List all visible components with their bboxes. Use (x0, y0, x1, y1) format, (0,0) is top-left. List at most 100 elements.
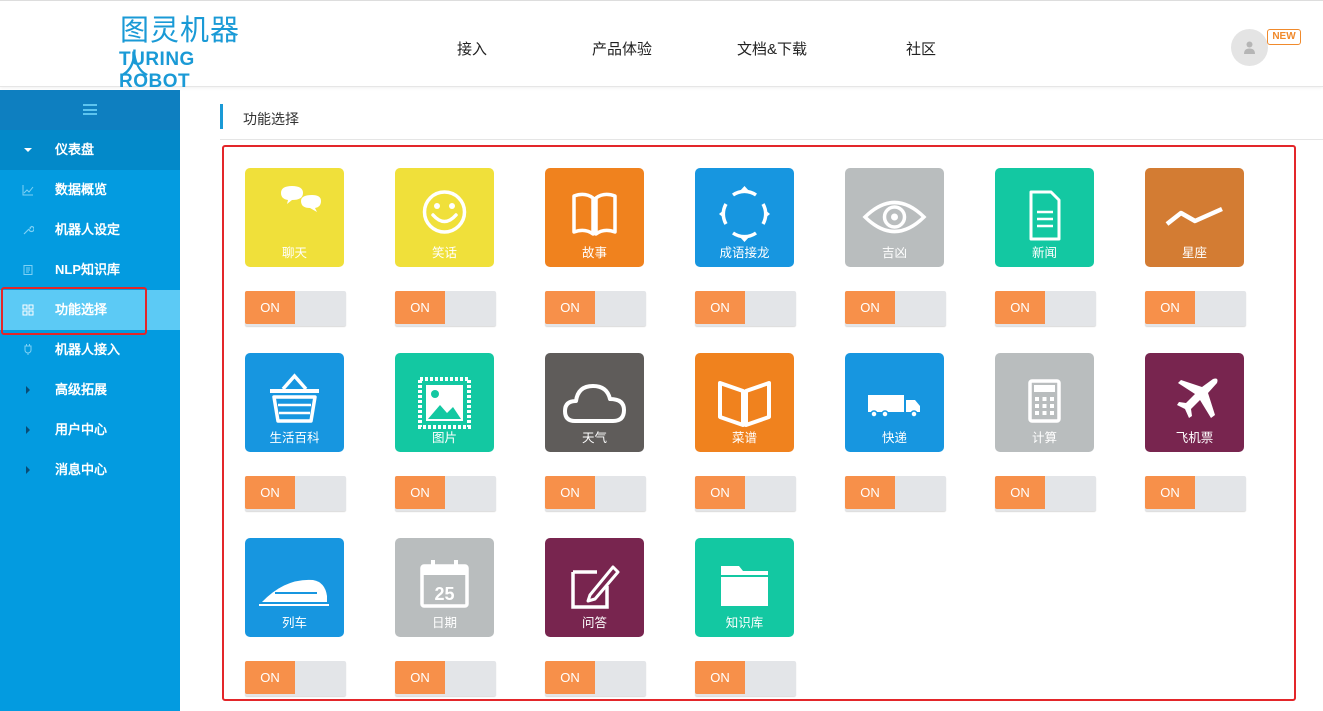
feature-tile-airplane[interactable]: 飞机票 (1145, 353, 1244, 452)
sidebar-item-label: 用户中心 (55, 422, 108, 437)
sidebar-group-message-center[interactable]: 消息中心 (0, 450, 180, 490)
feature-toggle[interactable]: ON (245, 476, 346, 511)
sidebar-group-user-center[interactable]: 用户中心 (0, 410, 180, 450)
feature-tile-smiley[interactable]: 笑话 (395, 168, 494, 267)
plug-icon (24, 344, 32, 355)
nav-docs-download[interactable]: 文档&下载 (737, 38, 807, 59)
feature-tile-document[interactable]: 新闻 (995, 168, 1094, 267)
feature-toggle[interactable]: ON (545, 661, 646, 696)
user-avatar[interactable] (1231, 29, 1268, 66)
feature-label: 问答 (581, 616, 607, 630)
feature-toggle[interactable]: ON (695, 291, 796, 326)
feature-tile-zigzag[interactable]: 星座 (1145, 168, 1244, 267)
feature-toggle[interactable]: ON (545, 476, 646, 511)
feature-toggle[interactable]: ON (395, 291, 496, 326)
feature-toggle[interactable]: ON (695, 476, 796, 511)
line-chart-icon (22, 185, 34, 196)
feature-toggle[interactable]: ON (845, 476, 946, 511)
sidebar-item-label: 机器人接入 (55, 342, 121, 357)
feature-label: 列车 (281, 616, 307, 630)
wrench-icon (23, 225, 34, 235)
feature-toggle[interactable]: ON (395, 661, 496, 696)
feature-toggle[interactable]: ON (245, 661, 346, 696)
feature-tile-folder[interactable]: 知识库 (695, 538, 794, 637)
knowledge-book-icon (23, 265, 33, 275)
feature-tile-picture[interactable]: 图片 (395, 353, 494, 452)
feature-label: 日期 (431, 616, 457, 630)
toggle-on-label: ON (545, 476, 595, 509)
title-accent-bar (220, 104, 223, 129)
toggle-on-label: ON (245, 476, 295, 509)
feature-tile-calculator[interactable]: 计算 (995, 353, 1094, 452)
sidebar-item-label: NLP知识库 (55, 262, 121, 277)
feature-tile-eye[interactable]: 吉凶 (845, 168, 944, 267)
feature-label: 快递 (881, 431, 907, 445)
feature-toggle[interactable]: ON (1145, 291, 1246, 326)
feature-label: 计算 (1031, 431, 1057, 445)
feature-tile-calendar[interactable]: 25 日期 (395, 538, 494, 637)
toggle-on-label: ON (245, 291, 295, 324)
toggle-on-label: ON (395, 476, 445, 509)
feature-label: 新闻 (1031, 246, 1057, 260)
sidebar-group-advanced[interactable]: 高级拓展 (0, 370, 180, 410)
sidebar-item-robot-access[interactable]: 机器人接入 (0, 330, 180, 370)
feature-tile-idiom-circle[interactable]: 成语接龙 (695, 168, 794, 267)
feature-label: 星座 (1181, 246, 1207, 260)
feature-tile-open-book[interactable]: 菜谱 (695, 353, 794, 452)
sidebar-item-robot-settings[interactable]: 机器人设定 (0, 210, 180, 250)
toggle-on-label: ON (995, 291, 1045, 324)
feature-toggle[interactable]: ON (695, 661, 796, 696)
new-badge: NEW (1267, 29, 1301, 45)
hamburger-menu-icon[interactable] (83, 104, 97, 115)
toggle-on-label: ON (845, 476, 895, 509)
toggle-on-label: ON (695, 291, 745, 324)
toggle-on-label: ON (995, 476, 1045, 509)
feature-tile-basket[interactable]: 生活百科 (245, 353, 344, 452)
nav-access[interactable]: 接入 (457, 38, 487, 59)
sidebar-toggle-bar[interactable] (0, 90, 180, 130)
nav-community[interactable]: 社区 (906, 38, 936, 59)
feature-tile-cloud[interactable]: 天气 (545, 353, 644, 452)
toggle-on-label: ON (545, 661, 595, 694)
feature-tile-train[interactable]: 列车 (245, 538, 344, 637)
feature-toggle[interactable]: ON (395, 476, 496, 511)
calendar-day-number: 25 (434, 584, 454, 604)
caret-down-icon (24, 148, 32, 152)
feature-label: 天气 (581, 431, 607, 445)
feature-label: 成语接龙 (719, 246, 770, 260)
caret-right-icon (26, 426, 30, 434)
feature-toggle[interactable]: ON (1145, 476, 1246, 511)
page-title: 功能选择 (243, 111, 299, 127)
feature-toggle[interactable]: ON (545, 291, 646, 326)
sidebar-item-label: 数据概览 (55, 182, 108, 197)
nav-product-experience[interactable]: 产品体验 (592, 38, 652, 59)
sidebar-item-label: 消息中心 (55, 462, 108, 477)
feature-tile-book[interactable]: 故事 (545, 168, 644, 267)
feature-toggle[interactable]: ON (995, 291, 1096, 326)
feature-toggle[interactable]: ON (845, 291, 946, 326)
feature-label: 聊天 (281, 246, 307, 260)
logo-english-text: TURING ROBOT (119, 49, 195, 92)
toggle-on-label: ON (1145, 291, 1195, 324)
toggle-on-label: ON (845, 291, 895, 324)
feature-toggle[interactable]: ON (995, 476, 1096, 511)
feature-label: 生活百科 (269, 431, 320, 445)
sidebar: 仪表盘 数据概览 机器人设定 NLP知识库 功能选择 机器人接入 高级拓展 用户… (0, 90, 180, 711)
feature-label: 图片 (431, 431, 457, 445)
feature-tile-chat[interactable]: 聊天 (245, 168, 344, 267)
turing-robot-logo[interactable]: 图灵机器人 TURING ROBOT (118, 13, 268, 92)
caret-right-icon (26, 466, 30, 474)
feature-label: 吉凶 (881, 246, 907, 260)
feature-toggle[interactable]: ON (245, 291, 346, 326)
sidebar-item-feature-select[interactable]: 功能选择 (0, 290, 180, 330)
feature-tile-edit[interactable]: 问答 (545, 538, 644, 637)
feature-tile-truck[interactable]: 快递 (845, 353, 944, 452)
toggle-on-label: ON (1145, 476, 1195, 509)
sidebar-item-data-overview[interactable]: 数据概览 (0, 170, 180, 210)
sidebar-item-nlp-knowledge[interactable]: NLP知识库 (0, 250, 180, 290)
toggle-on-label: ON (395, 661, 445, 694)
sidebar-group-dashboard[interactable]: 仪表盘 (0, 130, 180, 170)
toggle-on-label: ON (695, 476, 745, 509)
top-header: 图灵机器人 TURING ROBOT 接入 产品体验 文档&下载 社区 NEW (0, 0, 1323, 92)
sidebar-item-label: 高级拓展 (55, 382, 108, 397)
